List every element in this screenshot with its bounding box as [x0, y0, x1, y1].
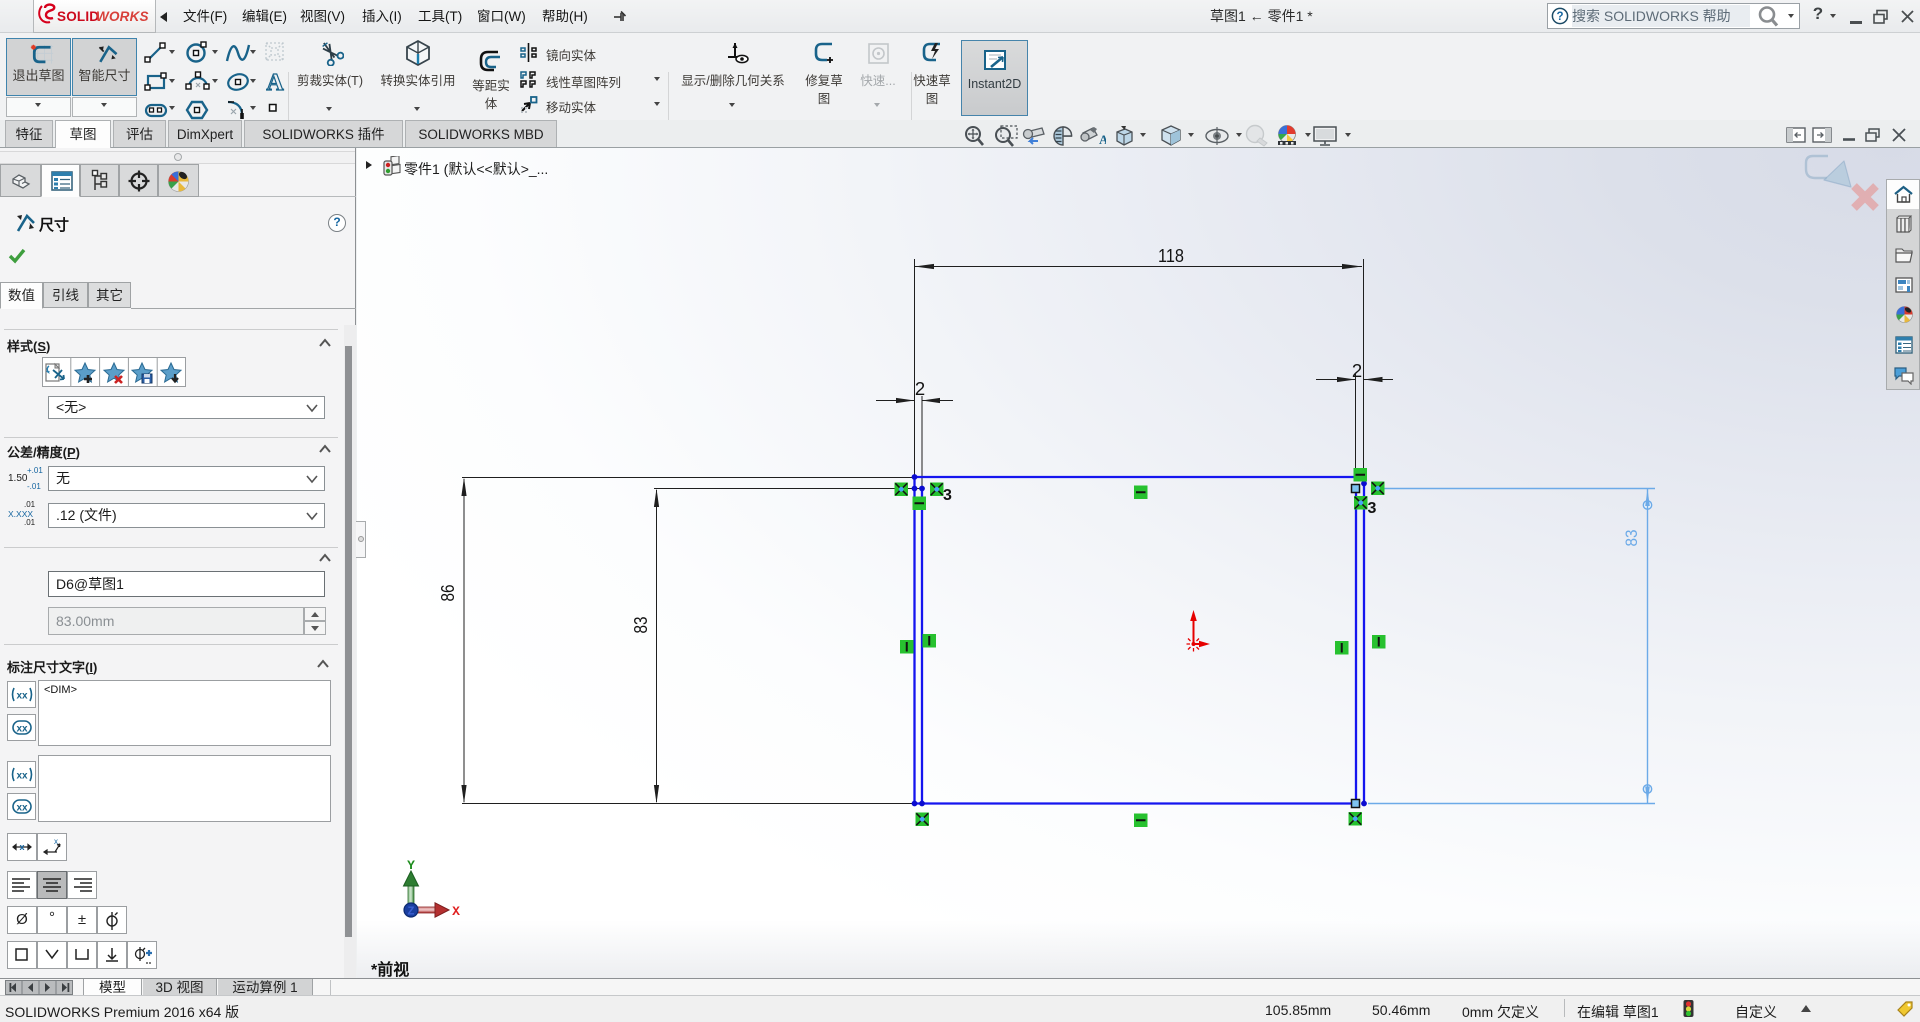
svg-text:2: 2	[915, 378, 925, 399]
svg-text:?: ?	[1556, 11, 1563, 23]
svg-text:Z: Z	[407, 905, 414, 919]
svg-text:X: X	[452, 904, 460, 919]
svg-text:xx: xx	[16, 724, 28, 735]
svg-text:A: A	[266, 70, 284, 95]
svg-text:86: 86	[437, 585, 458, 602]
svg-text:83: 83	[1622, 530, 1641, 547]
svg-text:SOLID: SOLID	[57, 9, 99, 24]
svg-text:3: 3	[1368, 500, 1377, 517]
svg-text:2: 2	[1352, 360, 1362, 381]
svg-text:xx: xx	[16, 771, 28, 782]
svg-text:WORKS: WORKS	[96, 9, 149, 24]
svg-text:118: 118	[1158, 245, 1184, 266]
svg-text:x: x	[19, 842, 24, 852]
svg-text:xx: xx	[16, 803, 28, 814]
svg-text:83: 83	[630, 617, 651, 634]
svg-text:x: x	[54, 838, 58, 846]
svg-text:3: 3	[943, 487, 952, 504]
svg-text:A: A	[1099, 132, 1106, 147]
svg-text:xx: xx	[16, 691, 28, 702]
